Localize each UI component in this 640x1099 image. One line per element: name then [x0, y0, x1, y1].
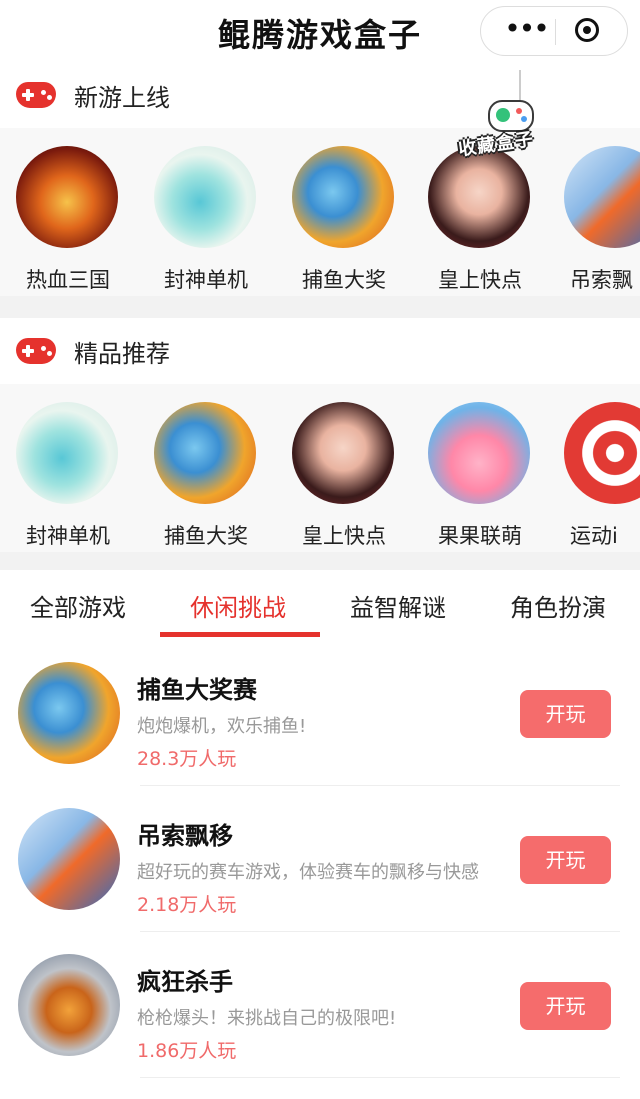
capsule-divider: [555, 19, 556, 45]
carousel-item[interactable]: 皇上快点: [284, 396, 404, 548]
tab-puzzle[interactable]: 益智解谜: [350, 588, 446, 623]
game-avatar: [564, 146, 640, 248]
carousel-item-label: 果果联萌: [438, 524, 522, 548]
target-icon[interactable]: [575, 18, 599, 42]
game-name: 疯狂杀手: [137, 968, 233, 996]
game-avatar: [16, 402, 118, 504]
section-new-games: 新游上线 热血三国 封神单机 捕鱼大奖 皇上快点 吊索飘: [0, 62, 640, 296]
game-avatar: [154, 146, 256, 248]
gamepad-icon: [16, 82, 56, 108]
badge-string: [519, 70, 521, 104]
game-avatar: [16, 146, 118, 248]
menu-capsule: •••: [480, 6, 628, 56]
game-carousel[interactable]: 封神单机 捕鱼大奖 皇上快点 果果联萌 运动i: [0, 384, 640, 552]
game-description: 炮炮爆机，欢乐捕鱼!: [137, 716, 307, 737]
player-count: 2.18万人玩: [137, 894, 237, 916]
game-name: 捕鱼大奖赛: [137, 676, 257, 704]
game-name: 吊索飘移: [137, 822, 233, 850]
carousel-item[interactable]: 捕鱼大奖: [284, 140, 404, 292]
player-count: 1.86万人玩: [137, 1040, 237, 1062]
section-header: 精品推荐: [0, 318, 640, 384]
section-recommended: 精品推荐 封神单机 捕鱼大奖 皇上快点 果果联萌 运动i: [0, 318, 640, 552]
game-thumbnail: [18, 808, 120, 910]
section-header: 新游上线: [0, 62, 640, 128]
carousel-item[interactable]: 封神单机: [8, 396, 128, 548]
game-avatar: [292, 146, 394, 248]
top-bar: 鲲腾游戏盒子 •••: [0, 0, 640, 62]
carousel-item[interactable]: 吊索飘: [556, 140, 640, 292]
game-thumbnail: [18, 662, 120, 764]
list-item[interactable]: 吊索飘移 超好玩的赛车游戏，体验赛车的飘移与快感 2.18万人玩 开玩: [0, 786, 640, 932]
carousel-item[interactable]: 皇上快点: [420, 140, 540, 292]
game-avatar: [154, 402, 256, 504]
divider: [140, 1077, 620, 1078]
carousel-item-label: 捕鱼大奖: [164, 524, 248, 548]
game-list: 捕鱼大奖赛 炮炮爆机，欢乐捕鱼! 28.3万人玩 开玩 吊索飘移 超好玩的赛车游…: [0, 640, 640, 1099]
carousel-item-label: 运动i: [570, 524, 618, 548]
carousel-item[interactable]: 封神单机: [146, 140, 266, 292]
game-description: 枪枪爆头！来挑战自己的极限吧!: [137, 1008, 397, 1029]
active-tab-indicator: [160, 632, 320, 637]
game-avatar: [428, 402, 530, 504]
carousel-item-label: 封神单机: [26, 524, 110, 548]
gamepad-icon: [16, 338, 56, 364]
carousel-item-label: 皇上快点: [438, 268, 522, 292]
tab-all-games[interactable]: 全部游戏: [30, 588, 126, 623]
play-button[interactable]: 开玩: [520, 836, 611, 884]
player-count: 28.3万人玩: [137, 748, 237, 770]
game-avatar: [292, 402, 394, 504]
carousel-item-label: 封神单机: [164, 268, 248, 292]
carousel-item[interactable]: 捕鱼大奖: [146, 396, 266, 548]
carousel-item[interactable]: 果果联萌: [420, 396, 540, 548]
tab-casual-challenge[interactable]: 休闲挑战: [190, 588, 286, 623]
section-title: 精品推荐: [74, 340, 170, 368]
section-title: 新游上线: [74, 84, 170, 112]
ellipsis-icon[interactable]: •••: [501, 15, 551, 47]
carousel-item-label: 吊索飘: [570, 268, 633, 292]
play-button[interactable]: 开玩: [520, 982, 611, 1030]
list-item[interactable]: 疯狂杀手 枪枪爆头！来挑战自己的极限吧! 1.86万人玩 开玩: [0, 932, 640, 1078]
game-avatar: [428, 146, 530, 248]
carousel-item-label: 捕鱼大奖: [302, 268, 386, 292]
tab-role-play[interactable]: 角色扮演: [510, 588, 606, 623]
carousel-item-label: 皇上快点: [302, 524, 386, 548]
game-thumbnail: [18, 954, 120, 1056]
game-avatar: [564, 402, 640, 504]
carousel-item[interactable]: 热血三国: [8, 140, 128, 292]
play-button[interactable]: 开玩: [520, 690, 611, 738]
category-tabs: 全部游戏 休闲挑战 益智解谜 角色扮演: [0, 570, 640, 641]
game-description: 超好玩的赛车游戏，体验赛车的飘移与快感: [137, 862, 479, 883]
carousel-item[interactable]: 运动i: [556, 396, 640, 548]
list-item[interactable]: 捕鱼大奖赛 炮炮爆机，欢乐捕鱼! 28.3万人玩 开玩: [0, 640, 640, 786]
game-carousel[interactable]: 热血三国 封神单机 捕鱼大奖 皇上快点 吊索飘: [0, 128, 640, 296]
carousel-item-label: 热血三国: [26, 268, 110, 292]
